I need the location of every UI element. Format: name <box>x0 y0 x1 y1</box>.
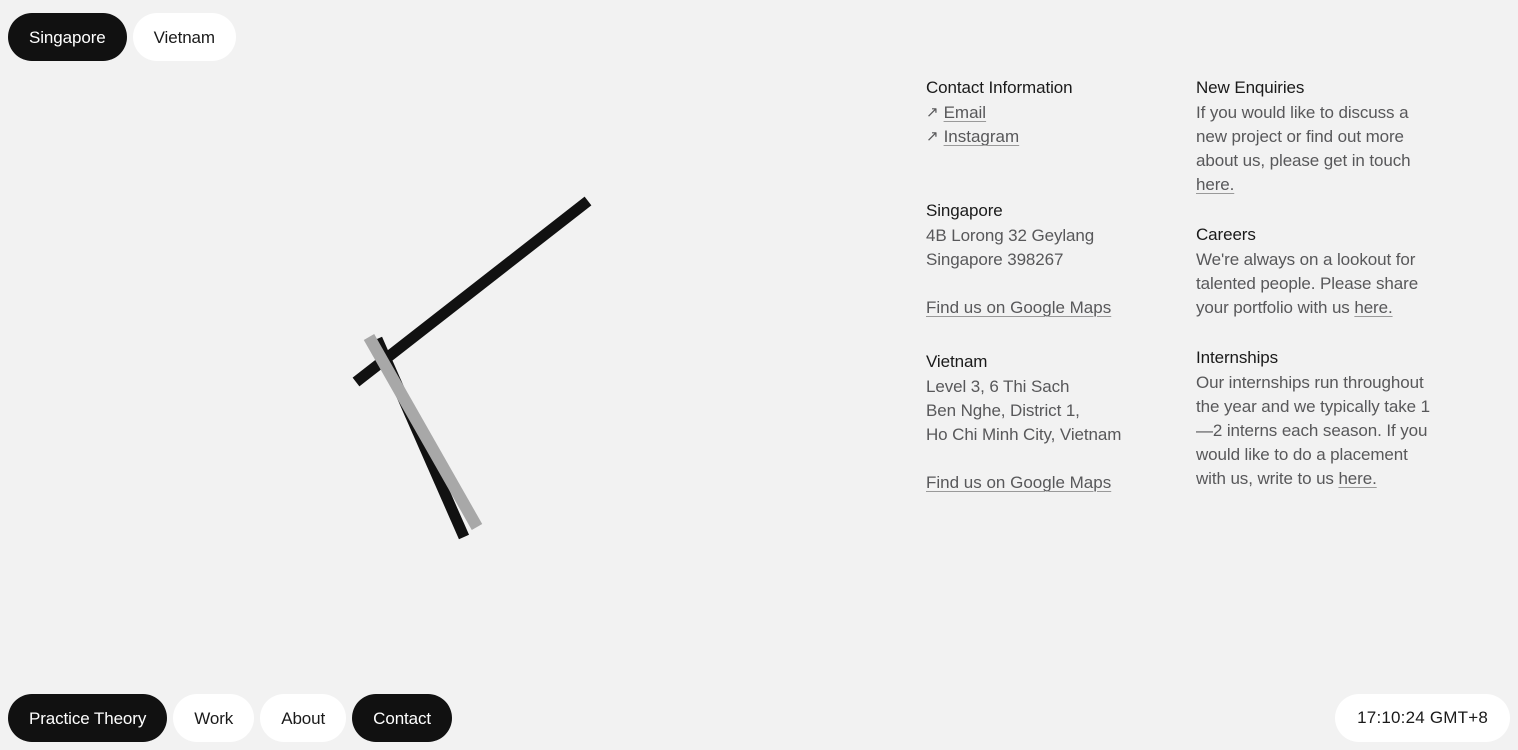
instagram-link[interactable]: ↗ Instagram <box>926 125 1019 149</box>
nav-item-practice-theory-label: Practice Theory <box>29 708 147 728</box>
nav-item-about-label: About <box>281 708 326 728</box>
office-singapore-heading: Singapore <box>926 201 1003 220</box>
contact-information-heading: Contact Information <box>926 78 1073 97</box>
office-vietnam-address-line: Level 3, 6 Thi Sach <box>926 377 1070 396</box>
office-vietnam-block: Vietnam Level 3, 6 Thi Sach Ben Nghe, Di… <box>926 350 1196 495</box>
internships-heading: Internships <box>1196 348 1279 367</box>
new-enquiries-heading: New Enquiries <box>1196 78 1305 97</box>
careers-body: We're always on a lookout for talented p… <box>1196 248 1432 320</box>
arrow-north-east-icon: ↗ <box>926 128 939 145</box>
contact-information-block: Contact Information ↗ Email ↗ Instagram <box>926 76 1196 149</box>
clock-text: 17:10:24 GMT+8 <box>1357 708 1488 727</box>
email-link[interactable]: ↗ Email <box>926 101 986 125</box>
nav-item-contact[interactable]: Contact <box>352 694 453 742</box>
office-singapore-block: Singapore 4B Lorong 32 Geylang Singapore… <box>926 199 1196 320</box>
contact-information-column: Contact Information ↗ Email ↗ Instagram … <box>926 76 1196 495</box>
descending-black-bar <box>371 336 470 540</box>
new-enquiries-here-link[interactable]: here. <box>1196 175 1234 194</box>
region-tab-vietnam-label: Vietnam <box>153 27 215 47</box>
region-tab-vietnam[interactable]: Vietnam <box>132 13 236 61</box>
arrow-north-east-icon: ↗ <box>926 104 939 121</box>
descending-grey-bar <box>363 334 483 530</box>
region-tab-singapore[interactable]: Singapore <box>8 13 127 61</box>
office-vietnam-heading: Vietnam <box>926 352 988 371</box>
vietnam-google-maps-link[interactable]: Find us on Google Maps <box>926 471 1111 495</box>
new-enquiries-body: If you would like to discuss a new proje… <box>1196 101 1432 197</box>
internships-here-link[interactable]: here. <box>1338 469 1376 488</box>
region-switcher: Singapore Vietnam <box>8 13 236 61</box>
nav-item-about[interactable]: About <box>260 694 347 742</box>
careers-block: Careers We're always on a lookout for ta… <box>1196 223 1446 320</box>
region-tab-singapore-label: Singapore <box>29 27 106 47</box>
instagram-link-label: Instagram <box>943 127 1020 146</box>
nav-item-practice-theory[interactable]: Practice Theory <box>8 694 168 742</box>
long-diagonal-bar <box>352 196 592 387</box>
new-enquiries-block: New Enquiries If you would like to discu… <box>1196 76 1446 197</box>
nav-item-contact-label: Contact <box>373 708 432 728</box>
enquiries-column: New Enquiries If you would like to discu… <box>1196 76 1446 495</box>
office-singapore-address-line: Singapore 398267 <box>926 250 1064 269</box>
singapore-google-maps-link[interactable]: Find us on Google Maps <box>926 296 1111 320</box>
internships-block: Internships Our internships run througho… <box>1196 346 1446 491</box>
careers-heading: Careers <box>1196 225 1256 244</box>
careers-here-link[interactable]: here. <box>1354 298 1392 317</box>
bottom-nav: Practice Theory Work About Contact <box>8 694 453 742</box>
internships-body: Our internships run throughout the year … <box>1196 371 1432 491</box>
office-singapore-address-line: 4B Lorong 32 Geylang <box>926 226 1095 245</box>
internships-body-text: Our internships run throughout the year … <box>1196 373 1430 488</box>
nav-item-work-label: Work <box>194 708 234 728</box>
nav-item-work[interactable]: Work <box>173 694 255 742</box>
clock-display: 17:10:24 GMT+8 <box>1335 694 1510 742</box>
email-link-label: Email <box>943 103 987 122</box>
office-vietnam-address-line: Ho Chi Minh City, Vietnam <box>926 425 1122 444</box>
contact-columns: Contact Information ↗ Email ↗ Instagram … <box>926 76 1446 495</box>
new-enquiries-body-text: If you would like to discuss a new proje… <box>1196 103 1411 170</box>
office-vietnam-address-line: Ben Nghe, District 1, <box>926 401 1080 420</box>
abstract-bars-graphic <box>352 196 592 540</box>
